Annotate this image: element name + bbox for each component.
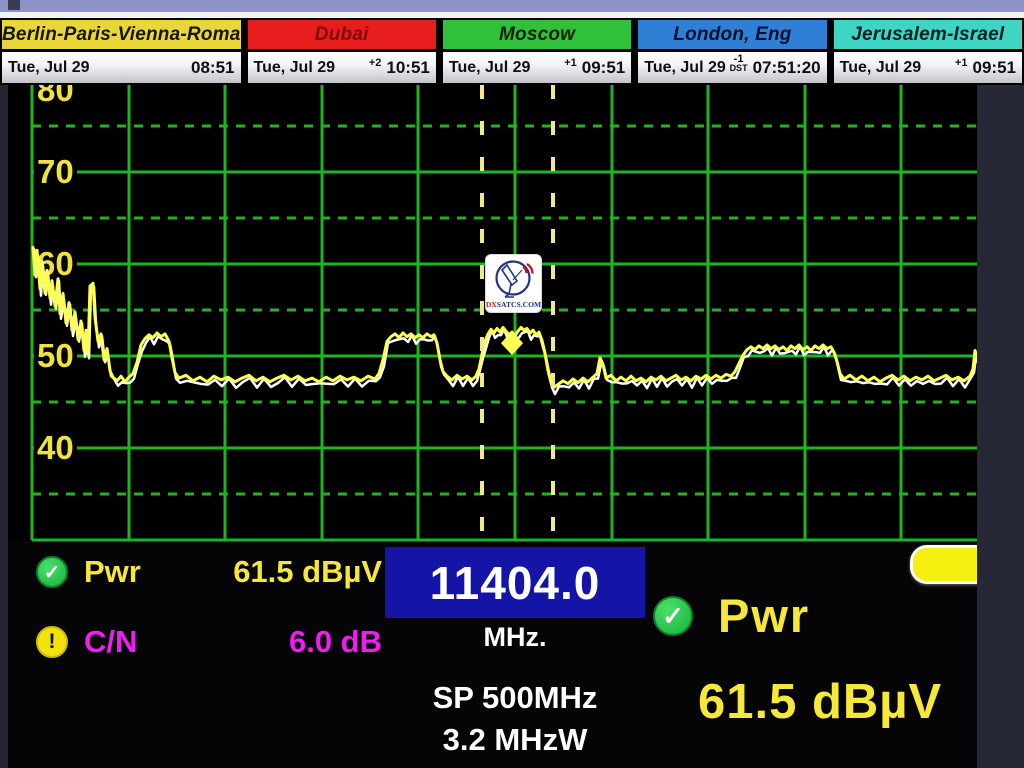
yellow-pill-button[interactable] — [910, 545, 977, 584]
big-pwr-label: Pwr — [718, 588, 810, 643]
window-top-strip — [0, 0, 1024, 12]
clock-city-label: Jerusalem-Israel — [834, 20, 1022, 52]
clock-city-label: Berlin-Paris-Vienna-Roma — [2, 20, 241, 52]
frequency-display[interactable]: 11404.0 — [385, 547, 645, 618]
measurement-panel: ✓ Pwr 61.5 dBµV ! C/N 6.0 dB 11404.0 MHz… — [8, 542, 977, 768]
clock-datetime-row: Tue, Jul 29 08:51 — [2, 52, 241, 83]
clock-panel[interactable]: Jerusalem-Israel Tue, Jul 29 +1 09:51 — [832, 18, 1024, 85]
clock-city-label: London, Eng — [638, 20, 826, 52]
clock-date: Tue, Jul 29 — [644, 59, 726, 77]
logo-text-rest: SATCS.COM — [497, 300, 541, 309]
meter-content: 80 70 60 50 40 DXSATCS.COM — [8, 85, 977, 768]
clock-utc-offset: +2 — [369, 59, 382, 68]
pwr-ok-icon: ✓ — [36, 556, 68, 588]
bandwidth-readout: 3.2 MHzW — [345, 722, 685, 758]
clock-panel[interactable]: Berlin-Paris-Vienna-Roma Tue, Jul 29 08:… — [0, 18, 243, 85]
clock-time: 08:51 — [191, 58, 234, 78]
spectrum-traces — [8, 85, 977, 542]
clock-panel[interactable]: Moscow Tue, Jul 29 +1 09:51 — [441, 18, 633, 85]
frequency-value: 11404.0 — [430, 556, 601, 610]
logo-circle — [497, 262, 530, 295]
span-readout: SP 500MHz — [345, 680, 685, 716]
clock-time: 09:51 — [973, 58, 1016, 78]
right-margin-column — [977, 85, 1024, 768]
clock-date: Tue, Jul 29 — [254, 59, 336, 77]
dxsatcs-logo: DXSATCS.COM — [486, 255, 541, 312]
cn-warning-icon: ! — [36, 626, 68, 658]
clock-utc-offset: +1 — [955, 59, 968, 68]
window-tab — [8, 0, 20, 10]
clock-time: 07:51:20 — [753, 58, 821, 78]
cn-value: 6.0 dB — [202, 624, 382, 660]
clock-date: Tue, Jul 29 — [8, 59, 90, 77]
satellite-meter-screen: Berlin-Paris-Vienna-Roma Tue, Jul 29 08:… — [0, 0, 1024, 768]
clock-utc-offset: -1 DST — [730, 55, 748, 73]
clock-date: Tue, Jul 29 — [840, 59, 922, 77]
frequency-unit: MHz. — [385, 622, 645, 653]
spectrum-display: 80 70 60 50 40 DXSATCS.COM — [8, 85, 977, 542]
clock-time: 09:51 — [582, 58, 625, 78]
clock-city-label: Moscow — [443, 20, 631, 52]
clock-time: 10:51 — [386, 58, 429, 78]
pwr-value: 61.5 dBµV — [202, 554, 382, 590]
clock-utc-offset: +1 — [564, 59, 577, 68]
pwr-label: Pwr — [84, 554, 141, 590]
clock-panel[interactable]: London, Eng Tue, Jul 29 -1 DST 07:51:20 — [636, 18, 828, 85]
svg-text:DXSATCS.COM: DXSATCS.COM — [486, 300, 541, 309]
clock-date: Tue, Jul 29 — [449, 59, 531, 77]
big-pwr-ok-icon: ✓ — [653, 596, 693, 636]
clock-datetime-row: Tue, Jul 29 +1 09:51 — [834, 52, 1022, 83]
logo-text-dx: DX — [486, 300, 497, 309]
clock-panel[interactable]: Dubai Tue, Jul 29 +2 10:51 — [246, 18, 438, 85]
clock-city-label: Dubai — [248, 20, 436, 52]
cn-label: C/N — [84, 624, 137, 660]
clock-datetime-row: Tue, Jul 29 +1 09:51 — [443, 52, 631, 83]
clock-datetime-row: Tue, Jul 29 -1 DST 07:51:20 — [638, 52, 826, 83]
world-clock-bar: Berlin-Paris-Vienna-Roma Tue, Jul 29 08:… — [0, 18, 1024, 85]
big-pwr-value: 61.5 dBµV — [698, 674, 942, 730]
clock-datetime-row: Tue, Jul 29 +2 10:51 — [248, 52, 436, 83]
